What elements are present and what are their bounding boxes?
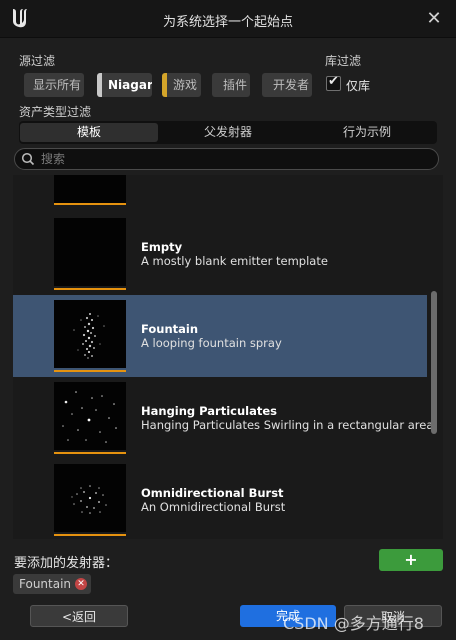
check-icon: ✔ xyxy=(328,74,339,89)
emitter-name: Fountain xyxy=(141,322,199,336)
search-box[interactable] xyxy=(14,148,439,170)
tab-parent-emitters[interactable]: 父发射器 xyxy=(159,123,297,142)
chip-niagara[interactable]: Niagara xyxy=(97,73,152,97)
add-emitter-button[interactable]: + xyxy=(379,549,443,571)
chip-show-all[interactable]: 显示所有 xyxy=(24,73,84,97)
search-input[interactable] xyxy=(41,150,421,168)
back-button[interactable]: <返回 xyxy=(30,605,128,627)
watermark: CSDN @多方通行8 xyxy=(283,614,424,633)
asset-type-tabs: 模板 父发射器 行为示例 xyxy=(19,121,437,144)
chip-label: 开发者 xyxy=(273,78,310,92)
emitter-thumbnail xyxy=(54,300,126,372)
emitter-description: An Omnidirectional Burst xyxy=(141,500,286,514)
hanging-particulates-preview-image xyxy=(62,391,117,443)
library-filter-label: 库过滤 xyxy=(325,54,362,68)
close-icon[interactable]: ✕ xyxy=(424,9,444,29)
thumbnail-underline xyxy=(54,534,126,536)
list-scrollbar[interactable] xyxy=(431,291,437,434)
emitter-thumbnail xyxy=(54,218,126,290)
list-item-fountain[interactable]: Fountain A looping fountain spray xyxy=(13,295,427,377)
emitter-description: Hanging Particulates Swirling in a recta… xyxy=(141,418,434,432)
emitter-thumbnail xyxy=(54,382,126,454)
chip-plugins[interactable]: 插件 xyxy=(212,73,250,97)
emitter-name: Hanging Particulates xyxy=(141,404,278,418)
emitter-thumbnail xyxy=(54,464,126,536)
list-item-empty[interactable]: Empty A mostly blank emitter template xyxy=(13,213,427,295)
source-filter-label: 源过滤 xyxy=(19,54,56,68)
search-icon xyxy=(21,152,35,166)
emitter-description: A mostly blank emitter template xyxy=(141,254,328,268)
list-item-partial[interactable] xyxy=(13,175,427,213)
thumbnail-underline xyxy=(54,203,126,205)
library-only-label: 仅库 xyxy=(346,79,371,93)
chip-color-bar xyxy=(162,73,167,97)
remove-icon[interactable]: ✕ xyxy=(75,578,87,590)
emitter-thumbnail xyxy=(54,175,126,205)
emitter-description: A looping fountain spray xyxy=(141,336,282,350)
chip-developer[interactable]: 开发者 xyxy=(262,73,312,97)
chip-label: Niagara xyxy=(108,78,152,92)
selected-emitter-label: Fountain xyxy=(19,577,72,591)
chip-label: 游戏 xyxy=(173,78,198,92)
list-item-omnidirectional-burst[interactable]: Omnidirectional Burst An Omnidirectional… xyxy=(13,459,427,539)
emitter-name: Empty xyxy=(141,240,183,254)
selected-emitter-tag: Fountain ✕ xyxy=(13,574,91,594)
chip-label: 插件 xyxy=(223,78,248,92)
tab-templates[interactable]: 模板 xyxy=(20,123,158,142)
emitter-name: Omnidirectional Burst xyxy=(141,486,284,500)
chip-game[interactable]: 游戏 xyxy=(162,73,201,97)
omnidirectional-burst-preview-image xyxy=(71,485,107,514)
emitters-to-add-label: 要添加的发射器： xyxy=(14,556,119,571)
thumbnail-underline xyxy=(54,370,126,372)
library-only-checkbox[interactable]: ✔ xyxy=(326,74,341,91)
emitter-list: Empty A mostly blank emitter template Fo… xyxy=(13,175,443,539)
chip-label: 显示所有 xyxy=(33,78,82,92)
thumbnail-underline xyxy=(54,288,126,290)
list-item-hanging-particulates[interactable]: Hanging Particulates Hanging Particulate… xyxy=(13,377,433,459)
thumbnail-underline xyxy=(54,452,126,454)
asset-type-filter-label: 资产类型过滤 xyxy=(19,105,92,119)
dialog-title: 为系统选择一个起始点 xyxy=(162,15,293,30)
title-bar: 为系统选择一个起始点 ✕ xyxy=(0,0,456,38)
fountain-preview-image xyxy=(73,313,105,359)
tab-behavior-examples[interactable]: 行为示例 xyxy=(298,123,436,142)
chip-color-bar xyxy=(97,73,102,97)
